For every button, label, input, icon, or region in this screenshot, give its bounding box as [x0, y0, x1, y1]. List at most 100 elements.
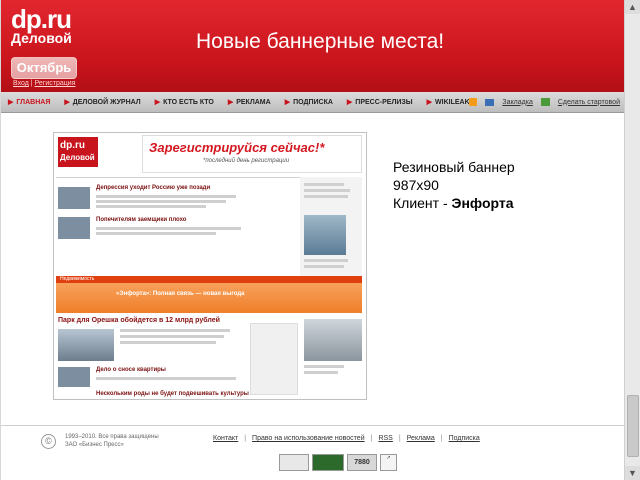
scroll-thumb[interactable] — [627, 395, 639, 457]
nav-item-who[interactable]: ▶ КТО ЕСТЬ КТО — [148, 98, 221, 107]
register-link[interactable]: Регистрация — [35, 80, 76, 87]
headline-3: Парк для Орешка обойдется в 12 млрд рубл… — [58, 317, 220, 324]
external-link-icon[interactable]: ↗ — [380, 454, 397, 471]
text-line — [304, 189, 350, 192]
nav-item-subscription[interactable]: ▶ ПОДПИСКА — [278, 98, 340, 107]
nav-item-press[interactable]: ▶ ПРЕСС-РЕЛИЗЫ — [340, 98, 420, 107]
site-logo[interactable]: dp.ru Деловой — [11, 6, 73, 46]
liveinternet-badge[interactable] — [312, 454, 344, 471]
nav-label: ПРЕСС-РЕЛИЗЫ — [355, 98, 413, 106]
login-links: Вход | Регистрация — [13, 80, 76, 87]
bookmark-link[interactable]: Закладка — [502, 99, 532, 106]
month-button[interactable]: Октябрь — [11, 57, 77, 79]
text-line — [120, 329, 230, 332]
nav-label: РЕКЛАМА — [236, 98, 271, 106]
client-label: Клиент - — [393, 195, 452, 211]
nav-item-journal[interactable]: ▶ ДЕЛОВОЙ ЖУРНАЛ — [57, 98, 147, 107]
text-line — [304, 365, 344, 368]
separator: | — [440, 435, 443, 442]
nav-label: ГЛАВНАЯ — [16, 98, 51, 106]
text-line — [96, 195, 236, 198]
form-widget — [250, 323, 298, 395]
nav-item-ads[interactable]: ▶ РЕКЛАМА — [221, 98, 278, 107]
footer-link-rss[interactable]: RSS — [378, 435, 392, 442]
text-line — [96, 200, 226, 203]
text-line — [304, 265, 344, 268]
make-home-link[interactable]: Сделать стартовой — [558, 99, 620, 106]
enforta-banner: «Энфорта»: Полная связь — новая выгода — [56, 283, 362, 313]
vertical-scrollbar[interactable]: ▲ ▼ — [624, 0, 640, 480]
footer-links: Контакт | Право на использование новостей… — [213, 435, 480, 442]
copyright-line-1: 1993–2010. Все права защищены — [65, 434, 159, 440]
scroll-up-icon[interactable]: ▲ — [625, 0, 640, 14]
news-thumbnail — [58, 217, 90, 239]
text-line — [120, 335, 224, 338]
arrow-icon: ▶ — [284, 99, 291, 106]
bookmark-icon — [485, 98, 495, 106]
browser-page: dp.ru Деловой Октябрь Вход | Регистрация… — [0, 0, 626, 480]
logo-subtitle: Деловой — [11, 30, 72, 46]
realty-label: Недвижимость — [60, 276, 95, 282]
separator: | — [398, 435, 401, 442]
visitor-counter[interactable]: 7880 — [347, 454, 377, 471]
preview-logo-sub: Деловой — [60, 153, 95, 162]
footer-link-ads[interactable]: Реклама — [407, 435, 435, 442]
rating-badge[interactable] — [279, 454, 309, 471]
promo-title: «Энфорта»: Полная связь — новая выгода — [116, 291, 245, 297]
headline-5: Нескольким роды не будет подвешивать кул… — [96, 391, 249, 397]
text-line — [120, 341, 216, 344]
text-line — [304, 259, 348, 262]
arrow-icon: ▶ — [346, 99, 353, 106]
arrow-icon: ▶ — [154, 99, 161, 106]
text-line — [96, 205, 206, 208]
nav-label: ПОДПИСКА — [293, 98, 333, 106]
logo-text: dp.ru — [11, 4, 72, 34]
arrow-icon: ▶ — [227, 99, 234, 106]
building-image — [304, 215, 346, 255]
client-line: Клиент - Энфорта — [393, 194, 515, 212]
separator: | — [370, 435, 373, 442]
car-image — [304, 319, 362, 361]
banner-description: Резиновый баннер 987х90 Клиент - Энфорта — [393, 158, 515, 212]
slide-title: Новые баннерные места! — [196, 30, 445, 53]
scroll-down-icon[interactable]: ▼ — [625, 466, 640, 480]
nav-item-main[interactable]: ▶ ГЛАВНАЯ — [1, 98, 57, 107]
nav-label: WIKILEAKS — [435, 98, 475, 106]
banner-type: Резиновый баннер — [393, 159, 515, 175]
news-thumbnail — [58, 187, 90, 209]
footer-link-contact[interactable]: Контакт — [213, 435, 238, 442]
headline-2: Попечителям заемщики плохо — [96, 217, 187, 223]
text-line — [304, 371, 338, 374]
banner-subtitle: *последний день регистрации — [203, 158, 290, 164]
news-thumbnail — [58, 367, 90, 387]
headline-4: Дело о сносе квартиры — [96, 367, 166, 373]
client-name: Энфорта — [451, 195, 514, 211]
rss-icon[interactable] — [469, 98, 478, 106]
footer-link-subscribe[interactable]: Подписка — [449, 435, 480, 442]
preview-logo-text: dp.ru — [60, 140, 85, 151]
nav-label: ДЕЛОВОЙ ЖУРНАЛ — [72, 98, 141, 106]
footer-link-rights[interactable]: Право на использование новостей — [252, 435, 365, 442]
nav-label: КТО ЕСТЬ КТО — [163, 98, 214, 106]
text-line — [96, 377, 236, 380]
copyright-icon: © — [41, 434, 56, 449]
arrow-icon: ▶ — [426, 99, 433, 106]
text-line — [96, 232, 216, 235]
banner-size: 987х90 — [393, 177, 439, 193]
footer-divider — [1, 425, 626, 426]
preview-rubber-banner: Зарегистрируйся сейчас!* *последний день… — [142, 135, 362, 173]
separator: | — [244, 435, 247, 442]
arrow-icon: ▶ — [8, 99, 14, 106]
main-nav: ▶ ГЛАВНАЯ ▶ ДЕЛОВОЙ ЖУРНАЛ ▶ КТО ЕСТЬ КТО ▶… — [1, 92, 626, 113]
nav-tools: Закладка Сделать стартовой — [469, 92, 620, 112]
banner-preview-screenshot: dp.ru Деловой Зарегистрируйся сейчас!* *… — [53, 132, 367, 400]
banner-title: Зарегистрируйся сейчас!* — [149, 140, 325, 155]
text-line — [96, 227, 241, 230]
copyright-text: 1993–2010. Все права защищены ЗАО «Бизне… — [65, 433, 159, 449]
site-header: dp.ru Деловой Октябрь Вход | Регистрация… — [1, 0, 626, 92]
text-line — [304, 195, 348, 198]
preview-logo: dp.ru Деловой — [58, 137, 98, 167]
headline-1: Депрессия уходит Россию уже позади — [96, 185, 211, 191]
fortress-image — [58, 329, 114, 361]
login-link[interactable]: Вход — [13, 80, 29, 87]
